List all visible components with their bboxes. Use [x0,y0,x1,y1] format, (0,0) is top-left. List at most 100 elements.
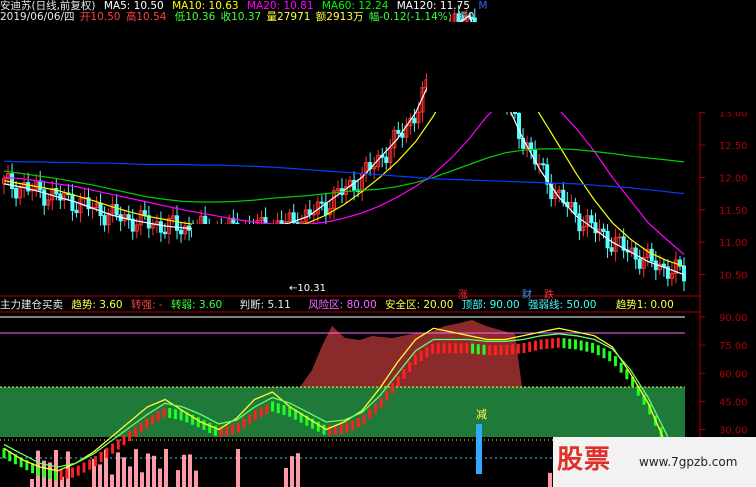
ind-step [453,343,457,354]
line-ma60 [3,148,685,203]
candle-body [412,117,417,124]
ind-step [151,414,155,425]
indicator-header-row: 主力建仓买卖 趋势: 3.60 转强: - 转弱: 3.60 判断: 5.11 … [0,299,679,312]
ind-step [65,468,69,479]
ind-step [539,339,543,350]
ind-step [493,345,497,356]
indicator-name[interactable]: 主力建仓买卖 [0,299,63,312]
ind-volume-bar [30,479,34,487]
ind-volume-bar [194,470,198,487]
price-tick-label-7: 10.50 [719,271,748,282]
indicator-axis: 90.00 75.00 60.00 45.00 30.00 [700,313,748,437]
ind-volume-bar [548,472,552,487]
price-tick-label-3: 12.50 [719,141,748,152]
ind-step [322,424,326,435]
ind-step [271,401,275,412]
candle-body [175,215,180,231]
top-value: 顶部: 90.00 [461,299,520,311]
ind-step [608,351,612,362]
ind-step [122,435,126,446]
ind-step [82,462,86,473]
ind-step [259,407,263,418]
ind-step [408,361,412,372]
candle-body [158,221,163,233]
ind-step [168,407,172,418]
ind-volume-bar [296,453,300,487]
ind-step [36,466,40,477]
candle-body [682,265,686,282]
ind-step [419,351,423,362]
candle-body [179,229,184,235]
ind-volume-bar [116,452,120,487]
ind-step [476,344,480,355]
ind-step [105,447,109,458]
ind-step [265,404,269,415]
candle-body [114,204,119,216]
ind-step [179,410,183,421]
judge-value: 判断: 5.11 [239,299,291,311]
ind-step [88,459,92,470]
candle-body [102,215,107,226]
ind-step [516,343,520,354]
candle-body [577,213,582,232]
ind-volume-bar [152,455,156,487]
ind-step [465,343,469,354]
ind-step [373,403,377,414]
ind-step [579,340,583,351]
ind-step [551,338,555,349]
ind-step [93,456,97,467]
ind-step [242,418,246,429]
ind-step [431,343,435,354]
candle-body [38,180,43,191]
candle-body [162,231,167,235]
candle-body [589,215,594,224]
ind-volume-bar [54,449,58,487]
ind-step [368,409,372,420]
ind-step [276,403,280,414]
ind-step [545,338,549,349]
ind-volume-bar [146,453,150,487]
ind-step [556,337,560,348]
ind-step [116,439,120,450]
candle-body [541,163,546,166]
ind-step [2,448,6,459]
occlusion-top-right [427,22,756,112]
ind-volume-bar [284,467,288,487]
ind-step [602,348,606,359]
ind-step [379,397,383,408]
ind-step [48,469,52,480]
ind-step [413,354,417,365]
price-tick-label-4: 12.00 [719,173,748,184]
ind-volume-bar [176,470,180,487]
ind-tick-label-3: 45.00 [719,397,748,408]
ind-volume-bar [182,454,186,487]
ind-step [248,414,252,425]
risk-zone-value: 风险区: 80.00 [308,299,377,311]
indicator-volume-bars [30,449,564,487]
candle-body [649,248,654,262]
ind-step [442,343,446,354]
ind-step [173,409,177,420]
candle-body [633,247,638,260]
ind-volume-bar [134,449,138,487]
candle-body [396,129,401,134]
ind-step [253,410,257,421]
ind-step [459,343,463,354]
ind-volume-bar [110,474,114,487]
watermark-banner: 股票 www.7gpzb.com [553,437,756,487]
candle-body [307,209,312,215]
ind-step [562,338,566,349]
ind-step [59,470,63,481]
ind-step [522,343,526,354]
occlusion-middle [192,224,548,264]
ind-step [225,425,229,436]
ind-volume-bar [122,457,126,487]
low-price-label: ←10.31 [289,283,326,294]
ind-step [356,417,360,428]
ind-step [591,342,595,353]
candle-body [609,247,614,252]
ind-step [511,344,515,355]
ind-volume-bar [188,454,192,487]
ind-step [76,465,80,476]
line-ma120 [3,160,685,195]
